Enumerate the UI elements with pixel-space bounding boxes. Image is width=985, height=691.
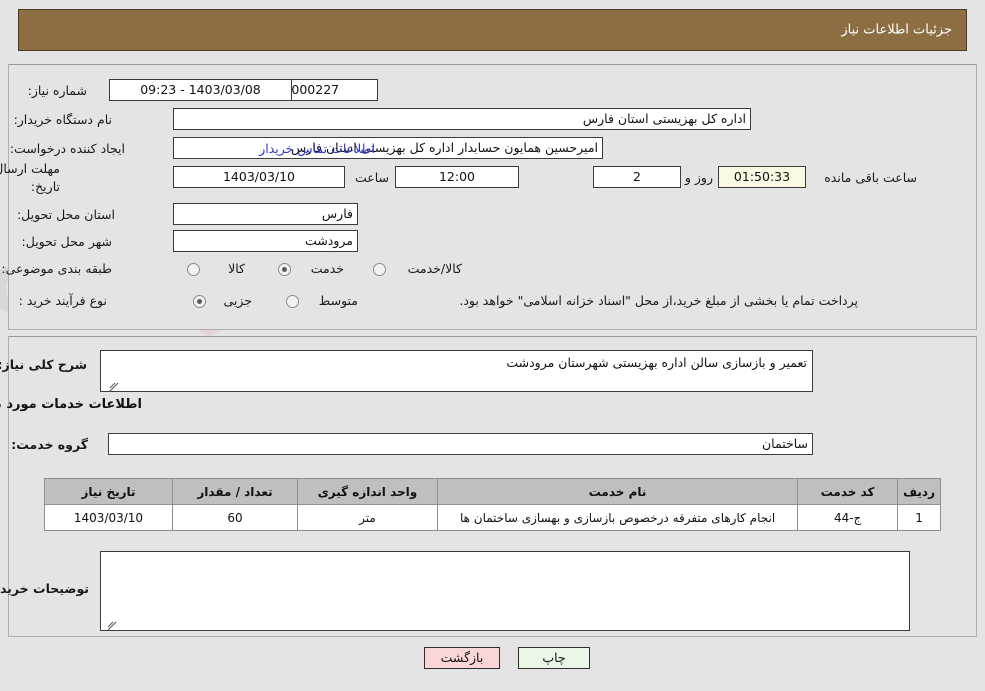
table-row: 1 ج-44 انجام کارهای متفرقه درخصوص بازساز…: [44, 504, 941, 531]
need-info-panel: [8, 64, 977, 330]
services-section-heading: اطلاعات خدمات مورد نیاز: [0, 397, 142, 412]
delivery-province-value[interactable]: فارس: [173, 203, 358, 225]
cell-name: انجام کارهای متفرقه درخصوص بازسازی و بهس…: [436, 504, 799, 531]
page-root: AriaTender.net جزئیات اطلاعات نیاز شماره…: [0, 0, 985, 691]
radio-process-jozi-label: جزیی: [223, 293, 252, 308]
countdown-timer-value: 01:50:33: [718, 166, 806, 188]
treasury-note: پرداخت تمام یا بخشی از مبلغ خرید،از محل …: [459, 293, 858, 308]
cell-row: 1: [897, 504, 941, 531]
page-title: جزئیات اطلاعات نیاز: [841, 22, 952, 38]
radio-process-motevaset[interactable]: [286, 295, 299, 308]
purchase-process-label: نوع فرآیند خرید :: [18, 293, 107, 308]
table-header-row: ردیف کد خدمت نام خدمت واحد اندازه گیری ت…: [44, 478, 941, 505]
services-table: ردیف کد خدمت نام خدمت واحد اندازه گیری ت…: [44, 478, 941, 531]
window-titlebar: جزئیات اطلاعات نیاز: [18, 9, 967, 51]
remaining-days-label: روز و: [684, 170, 713, 185]
radio-process-jozi[interactable]: [193, 295, 206, 308]
col-code: کد خدمت: [797, 478, 899, 505]
request-creator-value[interactable]: امیرحسین همایون حسابدار اداره کل بهزیستی…: [173, 137, 603, 159]
request-creator-label: ایجاد کننده درخواست:: [9, 141, 125, 156]
service-group-label: گروه خدمت:: [11, 437, 88, 452]
radio-process-motevaset-label: متوسط: [318, 293, 358, 308]
need-summary-value[interactable]: [100, 350, 813, 392]
radio-category-khedmat[interactable]: [278, 263, 291, 276]
deadline-date-value[interactable]: 1403/03/10: [173, 166, 345, 188]
radio-category-kala-khedmat[interactable]: [373, 263, 386, 276]
buyer-notes-label: توضیحات خریدار:: [0, 581, 89, 596]
need-summary-label: شرح کلی نیاز:: [0, 357, 87, 372]
cell-unit: متر: [297, 504, 438, 531]
deadline-label-line2: تاریخ:: [30, 179, 60, 194]
radio-category-kala-label: کالا: [228, 261, 245, 276]
countdown-label: ساعت باقی مانده: [824, 170, 917, 185]
delivery-province-label: استان محل تحویل:: [16, 207, 115, 222]
buyer-org-value[interactable]: اداره کل بهزیستی استان فارس: [173, 108, 751, 130]
radio-category-kala[interactable]: [187, 263, 200, 276]
need-number-label: شماره نیاز:: [27, 83, 87, 98]
cell-code: ج-44: [797, 504, 899, 531]
delivery-city-value[interactable]: مرودشت: [173, 230, 358, 252]
radio-category-kala-khedmat-label: کالا/خدمت: [407, 261, 462, 276]
buyer-org-label: نام دستگاه خریدار:: [13, 112, 112, 127]
col-row: ردیف: [897, 478, 941, 505]
col-name: نام خدمت: [436, 478, 799, 505]
deadline-hour-label: ساعت: [354, 170, 389, 185]
deadline-label-line1: مهلت ارسال پاسخ: تا: [0, 161, 60, 176]
col-need-date: تاریخ نیاز: [44, 478, 173, 505]
col-quantity: تعداد / مقدار: [172, 478, 298, 505]
remaining-days-value[interactable]: 2: [593, 166, 681, 188]
col-unit: واحد اندازه گیری: [297, 478, 438, 505]
back-button[interactable]: بازگشت: [424, 647, 500, 669]
radio-category-khedmat-label: خدمت: [310, 261, 344, 276]
buyer-notes-value[interactable]: [100, 551, 910, 631]
cell-quantity: 60: [172, 504, 298, 531]
print-button[interactable]: چاپ: [518, 647, 590, 669]
delivery-city-label: شهر محل تحویل:: [21, 234, 112, 249]
cell-need-date: 1403/03/10: [44, 504, 173, 531]
deadline-hour-value[interactable]: 12:00: [395, 166, 519, 188]
subject-category-label: طبقه بندی موضوعی:: [1, 261, 112, 276]
announce-datetime-value[interactable]: 1403/03/08 - 09:23: [109, 79, 292, 101]
buyer-contact-link[interactable]: اطلاعات تماس خریدار: [259, 141, 375, 156]
service-group-value[interactable]: ساختمان: [108, 433, 813, 455]
